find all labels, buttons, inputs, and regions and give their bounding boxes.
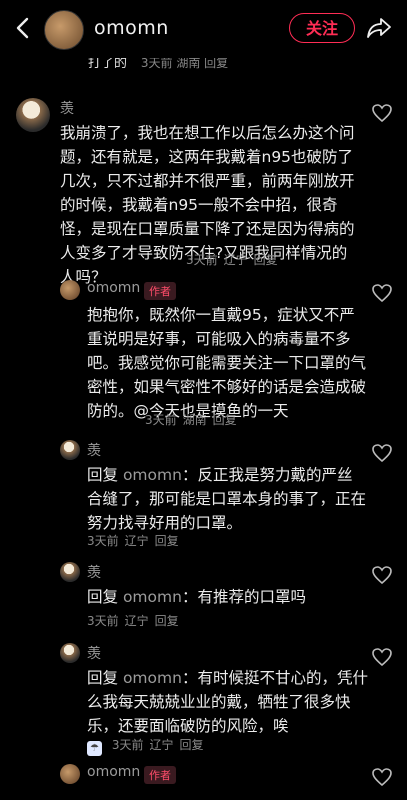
reply-avatar[interactable] <box>60 440 80 460</box>
partial-reply[interactable]: 回复 <box>204 56 228 70</box>
partial-text: 打了的 <box>88 56 128 71</box>
author-badge: 作者 <box>144 282 176 300</box>
reply-username[interactable]: omomn <box>87 764 140 780</box>
reply-username[interactable]: 羡 <box>87 643 101 663</box>
heart-icon[interactable] <box>372 104 392 122</box>
reply-avatar[interactable] <box>60 643 80 663</box>
reply-meta: 3天前 辽宁 回复 <box>87 614 179 628</box>
reply-link[interactable]: 回复 <box>254 253 278 267</box>
reply-meta: 3天前 湖南 回复 <box>145 413 237 427</box>
commenter-avatar[interactable] <box>16 98 50 132</box>
heart-icon[interactable] <box>372 768 392 786</box>
reply-avatar[interactable] <box>60 562 80 582</box>
author-badge: 作者 <box>144 766 176 784</box>
heart-icon[interactable] <box>372 444 392 462</box>
heart-icon[interactable] <box>372 566 392 584</box>
reply-meta: ☂ 3天前 辽宁 回复 <box>87 736 210 756</box>
reply-username[interactable]: 羡 <box>87 562 101 582</box>
cry-emoji-icon: ☂ <box>87 741 102 756</box>
comment-username[interactable]: 羡 <box>60 98 74 118</box>
reply-target[interactable]: omomn <box>123 466 182 484</box>
reply-text: 回复 omomn：反正我是努力戴的严丝合缝了，那可能是口罩本身的事了，正在努力找… <box>87 466 367 532</box>
author-avatar[interactable] <box>44 10 84 50</box>
reply-text: 回复 omomn：有推荐的口罩吗 <box>87 588 306 606</box>
partial-location: 湖南 <box>176 56 201 70</box>
reply-link[interactable]: 回复 <box>213 413 237 427</box>
author-reply-avatar[interactable] <box>60 764 80 784</box>
heart-icon[interactable] <box>372 284 392 302</box>
author-reply-avatar[interactable] <box>60 280 80 300</box>
follow-button[interactable]: 关注 <box>289 13 355 43</box>
author-name[interactable]: omomn <box>94 17 169 39</box>
back-icon[interactable] <box>12 16 34 40</box>
reply-username[interactable]: omomn <box>87 280 140 296</box>
reply-username[interactable]: 羡 <box>87 440 101 460</box>
reply-link[interactable]: 回复 <box>179 738 203 752</box>
reply-link[interactable]: 回复 <box>155 614 179 628</box>
heart-icon[interactable] <box>372 648 392 666</box>
share-icon[interactable] <box>366 15 392 41</box>
reply-text: 回复 omomn：有时候挺不甘心的，凭什么我每天兢兢业业的戴，牺牲了很多快乐，还… <box>87 669 368 735</box>
comment-meta: 3天前 辽宁 回复 <box>186 253 278 267</box>
top-bar: omomn 关注 <box>0 0 407 58</box>
reply-target[interactable]: omomn <box>123 588 182 606</box>
partial-time: 3天前 <box>140 56 173 70</box>
reply-meta: 3天前 辽宁 回复 <box>87 534 179 548</box>
reply-link[interactable]: 回复 <box>155 534 179 548</box>
reply-text: 抱抱你，既然你一直戴95，症状又不严重说明是好事，可能吸入的病毒量不多吧。我感觉… <box>87 306 367 420</box>
reply-target[interactable]: omomn <box>123 669 182 687</box>
